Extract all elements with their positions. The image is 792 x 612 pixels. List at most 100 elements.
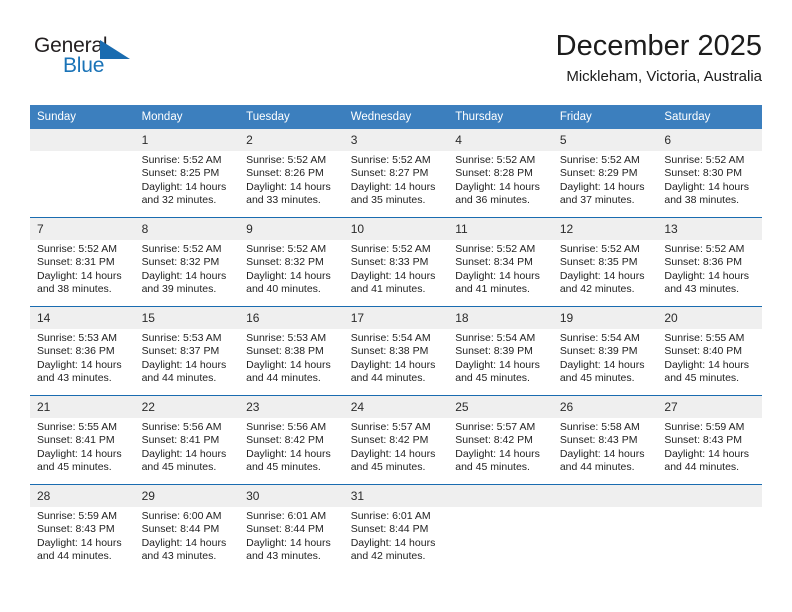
calendar-day-cell[interactable]: 26 Sunrise: 5:58 AM Sunset: 8:43 PM Dayli… [552,395,658,485]
calendar-day-cell[interactable]: 11 Sunrise: 5:52 AM Sunset: 8:34 PM Dayli… [448,217,553,307]
calendar-day-cell[interactable]: 4 Sunrise: 5:52 AM Sunset: 8:28 PM Daylig… [448,129,553,218]
day-sun-info: Sunrise: 5:59 AM Sunset: 8:43 PM Dayligh… [664,421,750,474]
calendar-day-cell[interactable]: 27 Sunrise: 5:59 AM Sunset: 8:43 PM Dayli… [657,395,762,485]
calendar-day-cell[interactable]: 19 Sunrise: 5:54 AM Sunset: 8:39 PM Dayli… [552,306,658,396]
weekday-header-saturday: Saturday [657,105,762,129]
day-sun-info [553,507,658,510]
day-sun-info [30,151,135,154]
day-number: 24 [343,396,449,418]
calendar-week-row: 28 Sunrise: 5:59 AM Sunset: 8:43 PM Dayli… [30,484,762,573]
day-sun-info: Sunrise: 5:53 AM Sunset: 8:38 PM Dayligh… [246,332,331,385]
day-sun-info: Sunrise: 5:52 AM Sunset: 8:36 PM Dayligh… [664,243,750,296]
calendar-day-cell[interactable]: 28 Sunrise: 5:59 AM Sunset: 8:43 PM Dayli… [30,484,135,573]
day-number: 31 [343,485,449,507]
general-blue-logo[interactable]: General Blue [34,34,164,84]
title-block: December 2025 Mickleham, Victoria, Austr… [556,28,762,88]
weekday-header-wednesday: Wednesday [343,105,449,129]
day-number: 25 [448,396,553,418]
day-number: 14 [30,307,135,329]
weekday-header-monday: Monday [134,105,240,129]
day-sun-info [657,507,762,510]
weekday-header-thursday: Thursday [448,105,553,129]
day-sun-info: Sunrise: 5:57 AM Sunset: 8:42 PM Dayligh… [455,421,540,474]
calendar-day-cell[interactable]: 18 Sunrise: 5:54 AM Sunset: 8:39 PM Dayli… [448,306,553,396]
calendar-day-cell[interactable]: 2 Sunrise: 5:52 AM Sunset: 8:26 PM Daylig… [239,129,344,218]
calendar-day-cell[interactable]: 15 Sunrise: 5:53 AM Sunset: 8:37 PM Dayli… [134,306,240,396]
day-number: 4 [448,129,553,151]
calendar-table: Sunday Monday Tuesday Wednesday Thursday… [30,105,762,573]
day-number: 26 [552,396,658,418]
calendar-day-cell[interactable]: 31 Sunrise: 6:01 AM Sunset: 8:44 PM Dayli… [343,484,449,573]
calendar-day-cell[interactable]: 5 Sunrise: 5:52 AM Sunset: 8:29 PM Daylig… [552,129,658,218]
day-number: 21 [30,396,135,418]
calendar-day-cell-empty [30,129,135,218]
day-sun-info: Sunrise: 5:52 AM Sunset: 8:32 PM Dayligh… [141,243,227,296]
calendar-day-cell[interactable]: 25 Sunrise: 5:57 AM Sunset: 8:42 PM Dayli… [448,395,553,485]
day-sun-info: Sunrise: 5:53 AM Sunset: 8:37 PM Dayligh… [141,332,227,385]
day-sun-info: Sunrise: 5:52 AM Sunset: 8:27 PM Dayligh… [350,154,436,207]
calendar-day-cell[interactable]: 16 Sunrise: 5:53 AM Sunset: 8:38 PM Dayli… [239,306,344,396]
calendar-day-cell[interactable]: 10 Sunrise: 5:52 AM Sunset: 8:33 PM Dayli… [343,217,449,307]
day-number [552,485,658,507]
day-sun-info: Sunrise: 5:54 AM Sunset: 8:39 PM Dayligh… [455,332,540,385]
calendar-day-cell[interactable]: 14 Sunrise: 5:53 AM Sunset: 8:36 PM Dayli… [30,306,135,396]
day-sun-info: Sunrise: 5:57 AM Sunset: 8:42 PM Dayligh… [350,421,436,474]
calendar-day-cell[interactable]: 9 Sunrise: 5:52 AM Sunset: 8:32 PM Daylig… [239,217,344,307]
calendar-day-cell[interactable]: 7 Sunrise: 5:52 AM Sunset: 8:31 PM Daylig… [30,217,135,307]
calendar-day-cell[interactable]: 13 Sunrise: 5:52 AM Sunset: 8:36 PM Dayli… [657,217,762,307]
calendar-day-cell[interactable]: 20 Sunrise: 5:55 AM Sunset: 8:40 PM Dayli… [657,306,762,396]
day-number: 30 [239,485,344,507]
calendar-day-cell-empty [552,484,658,573]
calendar-day-cell[interactable]: 6 Sunrise: 5:52 AM Sunset: 8:30 PM Daylig… [657,129,762,218]
day-sun-info: Sunrise: 5:52 AM Sunset: 8:31 PM Dayligh… [37,243,122,296]
calendar-day-cell[interactable]: 30 Sunrise: 6:01 AM Sunset: 8:44 PM Dayli… [239,484,344,573]
day-number: 10 [343,218,449,240]
calendar-day-cell[interactable]: 23 Sunrise: 5:56 AM Sunset: 8:42 PM Dayli… [239,395,344,485]
calendar-day-cell[interactable]: 3 Sunrise: 5:52 AM Sunset: 8:27 PM Daylig… [343,129,449,218]
day-number: 19 [552,307,658,329]
day-number: 17 [343,307,449,329]
calendar-week-row: 7 Sunrise: 5:52 AM Sunset: 8:31 PM Daylig… [30,217,762,307]
calendar-day-cell[interactable]: 17 Sunrise: 5:54 AM Sunset: 8:38 PM Dayli… [343,306,449,396]
day-sun-info: Sunrise: 5:52 AM Sunset: 8:26 PM Dayligh… [246,154,331,207]
calendar-day-cell[interactable]: 1 Sunrise: 5:52 AM Sunset: 8:25 PM Daylig… [134,129,240,218]
day-sun-info: Sunrise: 5:59 AM Sunset: 8:43 PM Dayligh… [37,510,122,563]
calendar-day-cell[interactable]: 29 Sunrise: 6:00 AM Sunset: 8:44 PM Dayli… [134,484,240,573]
weekday-header-tuesday: Tuesday [239,105,344,129]
day-sun-info: Sunrise: 5:55 AM Sunset: 8:40 PM Dayligh… [664,332,750,385]
day-sun-info: Sunrise: 5:52 AM Sunset: 8:35 PM Dayligh… [559,243,645,296]
day-number: 22 [134,396,240,418]
calendar-day-cell[interactable]: 21 Sunrise: 5:55 AM Sunset: 8:41 PM Dayli… [30,395,135,485]
day-number: 12 [552,218,658,240]
triangle-icon [100,40,130,59]
weekday-header-friday: Friday [552,105,658,129]
calendar-body: 1 Sunrise: 5:52 AM Sunset: 8:25 PM Daylig… [30,129,762,573]
calendar-day-cell[interactable]: 8 Sunrise: 5:52 AM Sunset: 8:32 PM Daylig… [134,217,240,307]
day-sun-info: Sunrise: 5:53 AM Sunset: 8:36 PM Dayligh… [37,332,122,385]
day-sun-info: Sunrise: 5:52 AM Sunset: 8:34 PM Dayligh… [455,243,540,296]
day-sun-info: Sunrise: 5:52 AM Sunset: 8:29 PM Dayligh… [559,154,645,207]
day-sun-info: Sunrise: 5:52 AM Sunset: 8:33 PM Dayligh… [350,243,436,296]
day-number: 27 [657,396,762,418]
calendar-day-cell[interactable]: 22 Sunrise: 5:56 AM Sunset: 8:41 PM Dayli… [134,395,240,485]
day-sun-info: Sunrise: 5:54 AM Sunset: 8:39 PM Dayligh… [559,332,645,385]
day-sun-info [448,507,553,510]
day-number: 23 [239,396,344,418]
day-sun-info: Sunrise: 5:56 AM Sunset: 8:41 PM Dayligh… [141,421,227,474]
day-number: 8 [134,218,240,240]
day-sun-info: Sunrise: 5:56 AM Sunset: 8:42 PM Dayligh… [246,421,331,474]
day-number: 13 [657,218,762,240]
day-number: 7 [30,218,135,240]
day-number: 1 [134,129,240,151]
calendar-day-cell[interactable]: 12 Sunrise: 5:52 AM Sunset: 8:35 PM Dayli… [552,217,658,307]
location-subtitle: Mickleham, Victoria, Australia [566,68,762,85]
day-sun-info: Sunrise: 6:01 AM Sunset: 8:44 PM Dayligh… [350,510,436,563]
day-number: 5 [552,129,658,151]
day-sun-info: Sunrise: 5:55 AM Sunset: 8:41 PM Dayligh… [37,421,122,474]
day-number: 18 [448,307,553,329]
page-title: December 2025 [555,30,762,62]
day-number: 29 [134,485,240,507]
day-number [30,129,135,151]
calendar-day-cell[interactable]: 24 Sunrise: 5:57 AM Sunset: 8:42 PM Dayli… [343,395,449,485]
day-number: 2 [239,129,344,151]
